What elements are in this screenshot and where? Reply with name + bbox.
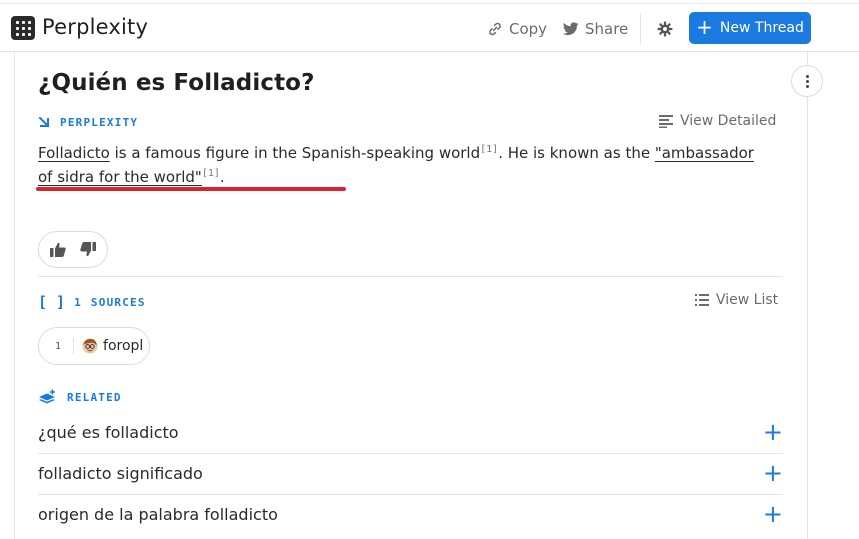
answer-section-label: PERPLEXITY (38, 116, 138, 129)
new-thread-button[interactable]: + New Thread (689, 12, 811, 44)
related-item-text: origen de la palabra folladicto (38, 504, 278, 524)
share-label: Share (585, 20, 629, 38)
thumbs-down-icon[interactable] (80, 242, 96, 257)
question-title: ¿Quién es Folladicto? (38, 70, 315, 96)
related-item-text: folladicto significado (38, 463, 203, 483)
citation-marker[interactable]: [1] (202, 168, 220, 179)
header-divider (640, 14, 641, 44)
section-divider (38, 276, 783, 277)
source-number: 1 (55, 340, 62, 352)
answer-label: PERPLEXITY (60, 116, 139, 129)
more-options-button[interactable] (791, 65, 823, 97)
plus-icon[interactable]: + (763, 502, 783, 526)
sources-section-label: [ ] 1 SOURCES (38, 293, 146, 311)
source-chip[interactable]: 1 foropl (38, 327, 150, 365)
thumbs-up-icon[interactable] (50, 242, 66, 257)
copy-button[interactable]: Copy (487, 18, 547, 40)
list-icon (695, 294, 709, 306)
gear-icon[interactable] (656, 20, 674, 38)
highlight-underline (36, 187, 346, 191)
related-item[interactable]: origen de la palabra folladicto + (38, 494, 783, 534)
arrow-down-right-icon (38, 116, 50, 128)
citation-marker[interactable]: [1] (480, 144, 498, 155)
related-item[interactable]: folladicto significado + (38, 453, 783, 493)
view-list-button[interactable]: View List (695, 292, 778, 308)
share-button[interactable]: Share (563, 18, 628, 40)
view-detailed-label: View Detailed (680, 113, 777, 129)
brackets-icon: [ ] (38, 293, 66, 311)
app-title: Perplexity (42, 15, 149, 39)
related-item[interactable]: ¿qué es folladicto + (38, 412, 783, 452)
sources-count: 1 (74, 295, 82, 309)
answer-text-part: is a famous figure in the Spanish-speaki… (109, 144, 481, 162)
source-name: foropl (103, 338, 144, 354)
view-detailed-button[interactable]: View Detailed (659, 113, 776, 129)
copy-label: Copy (509, 20, 548, 38)
folladicto-link[interactable]: Folladicto (38, 144, 110, 162)
answer-text-part: . (219, 168, 225, 186)
text-lines-icon (659, 114, 673, 128)
view-list-label: View List (716, 292, 779, 308)
chip-divider (73, 338, 75, 354)
vertical-dots-icon (805, 74, 809, 89)
new-thread-label: New Thread (719, 20, 804, 36)
feedback-group (38, 231, 108, 268)
plus-icon[interactable]: + (763, 461, 783, 485)
related-section-label: RELATED (38, 389, 122, 405)
related-label: RELATED (67, 390, 122, 404)
plus-icon: + (696, 15, 713, 39)
app-header: Perplexity Copy Share + New Thread (0, 4, 859, 52)
layers-plus-icon (39, 389, 55, 404)
plus-icon[interactable]: + (763, 420, 783, 444)
related-item-text: ¿qué es folladicto (38, 422, 179, 442)
sources-label: SOURCES (90, 295, 146, 309)
source-favicon-icon (82, 338, 98, 354)
answer-text: Folladicto is a famous figure in the Spa… (38, 141, 758, 189)
link-icon (489, 22, 501, 36)
grid-logo-icon[interactable] (11, 16, 35, 40)
twitter-bird-icon (563, 22, 579, 36)
answer-text-part: . He is known as the (498, 144, 655, 162)
